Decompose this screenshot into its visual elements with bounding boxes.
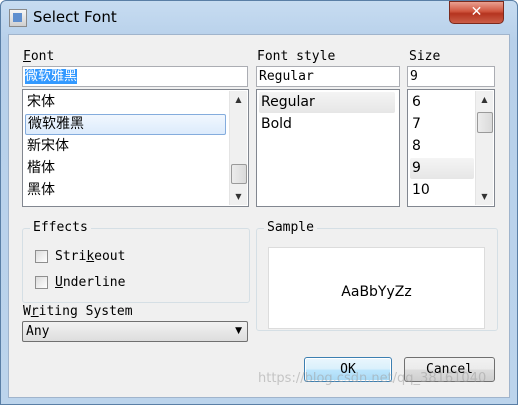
size-list-item[interactable]: 7 <box>410 114 474 135</box>
size-list[interactable]: 6 7 8 9 10 ▲ ▼ <box>407 89 495 207</box>
font-input-value: 微软雅黑 <box>25 69 78 84</box>
title-bar[interactable]: Select Font ✕ <box>0 0 518 34</box>
font-list-item[interactable]: 微软雅黑 <box>25 114 226 135</box>
font-style-list-item[interactable]: Regular <box>259 92 395 113</box>
font-list[interactable]: 宋体 微软雅黑 新宋体 楷体 黑体 ▲ ▼ <box>22 89 249 207</box>
size-list-item[interactable]: 8 <box>410 136 474 157</box>
font-list-item[interactable]: 新宋体 <box>25 136 226 157</box>
size-list-item[interactable]: 9 <box>410 158 474 179</box>
size-input-value: 9 <box>410 69 418 84</box>
writing-system-value: Any <box>26 324 50 339</box>
writing-system-label: Writing System <box>23 304 133 319</box>
size-list-scrollbar[interactable]: ▲ ▼ <box>475 91 493 205</box>
font-style-input[interactable]: Regular <box>256 66 400 87</box>
effects-group-title: Effects <box>30 220 91 235</box>
strikeout-label[interactable]: Strikeout <box>55 249 125 264</box>
font-label: Font <box>23 49 55 64</box>
scroll-up-icon[interactable]: ▲ <box>476 91 493 108</box>
watermark-text: https://blog.csdn.net/qq_38161040 <box>258 371 487 386</box>
font-input[interactable]: 微软雅黑 <box>22 66 248 87</box>
font-style-list[interactable]: Regular Bold <box>256 89 400 207</box>
sample-preview: AaBbYyZz <box>268 247 485 329</box>
effects-group <box>22 228 250 303</box>
scroll-up-icon[interactable]: ▲ <box>230 91 247 108</box>
size-list-item[interactable]: 6 <box>410 92 474 113</box>
close-icon: ✕ <box>470 4 483 20</box>
font-style-label: Font style <box>257 49 336 64</box>
underline-label[interactable]: Underline <box>55 275 125 290</box>
chevron-down-icon: ▼ <box>235 326 242 336</box>
strikeout-checkbox[interactable] <box>35 250 48 263</box>
font-list-scrollbar[interactable]: ▲ ▼ <box>229 91 247 205</box>
writing-system-select[interactable]: Any ▼ <box>22 321 248 342</box>
size-label: Size <box>409 49 441 64</box>
font-list-item[interactable]: 黑体 <box>25 180 226 201</box>
scroll-thumb[interactable] <box>477 112 493 133</box>
font-list-item[interactable]: 楷体 <box>25 158 226 179</box>
sample-text: AaBbYyZz <box>341 284 412 300</box>
size-list-item[interactable]: 10 <box>410 180 474 201</box>
font-style-list-item[interactable]: Bold <box>259 114 395 135</box>
sample-group-title: Sample <box>264 220 317 235</box>
size-input[interactable]: 9 <box>407 66 495 87</box>
underline-checkbox[interactable] <box>35 276 48 289</box>
app-icon <box>9 9 27 27</box>
scroll-down-icon[interactable]: ▼ <box>230 188 247 205</box>
font-list-item[interactable]: 宋体 <box>25 92 226 113</box>
close-button[interactable]: ✕ <box>449 1 504 24</box>
scroll-thumb[interactable] <box>231 164 247 184</box>
window-title: Select Font <box>33 8 117 26</box>
scroll-down-icon[interactable]: ▼ <box>476 188 493 205</box>
font-style-input-value: Regular <box>259 69 314 84</box>
